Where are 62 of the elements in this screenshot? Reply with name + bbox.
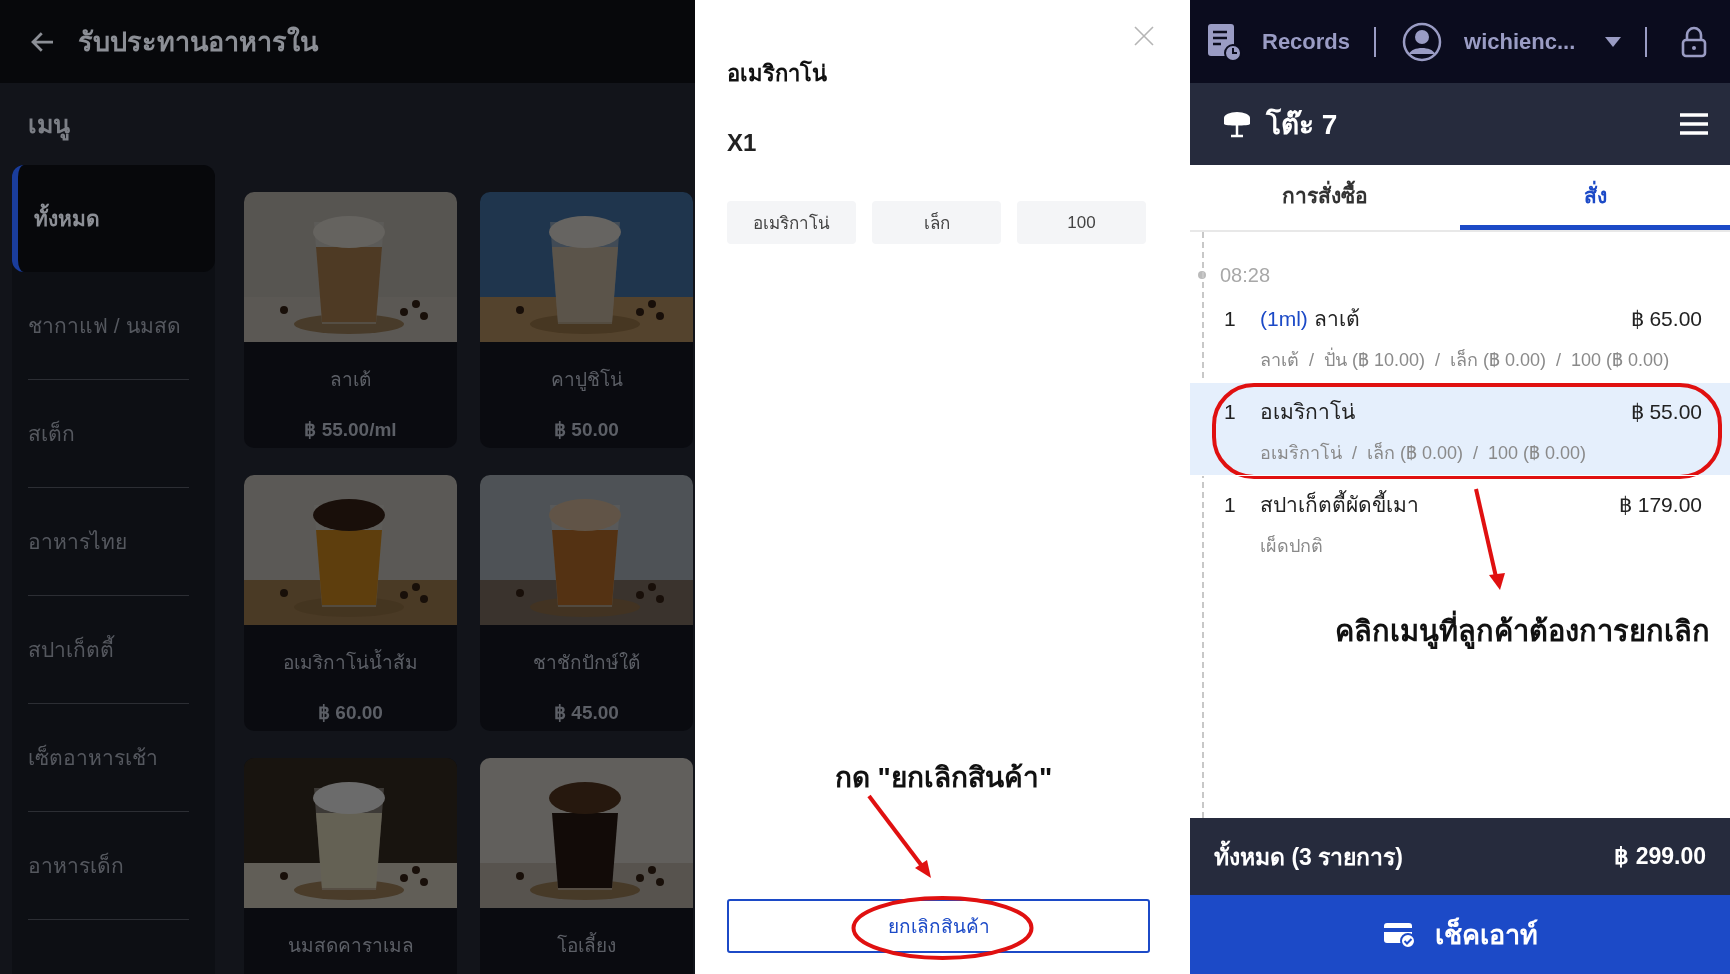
product-name: นมสดคาราเมล (287, 934, 414, 958)
cancel-item-button[interactable]: ยกเลิกสินค้า (727, 899, 1150, 953)
records-icon[interactable] (1206, 21, 1242, 62)
item-quantity: 1 (1224, 400, 1237, 424)
item-price: ฿ 179.00 (1618, 493, 1702, 517)
page-title: รับประทานอาหารใน (78, 25, 318, 59)
product-card[interactable]: ชาชักปักษ์ใต้ ฿ 45.00 (480, 475, 693, 731)
item-size-tag: (1ml) (1260, 307, 1308, 330)
option-chip: อเมริกาโน่ (727, 201, 856, 244)
item-options: เผ็ดปกติ (1260, 531, 1702, 560)
total-label: ทั้งหมด (3 รายการ) (1214, 838, 1403, 875)
product-price: ฿ 55.00/ml (304, 418, 397, 441)
category-item[interactable]: อาหารไทย (28, 488, 189, 596)
category-item[interactable]: สเต็ก (28, 380, 189, 488)
option-chip: เล็ก (872, 201, 1001, 244)
menu-icon[interactable] (1680, 112, 1708, 136)
item-name: ลาเต้ (1313, 307, 1360, 330)
order-item[interactable]: 1 (1ml) ลาเต้ ฿ 65.00 ลาเต้ / ปั่น (฿ 10.00) / เล็ก (฿ 0.00) / 100 (฿ 0.00) (1190, 290, 1730, 382)
product-name: ลาเต้ (330, 368, 371, 392)
product-card[interactable]: โอเลี้ยง (480, 758, 693, 974)
table-icon (1222, 109, 1252, 139)
product-name: โอเลี้ยง (557, 930, 616, 960)
product-price: ฿ 45.00 (554, 701, 619, 724)
dropdown-caret-icon[interactable] (1605, 36, 1622, 47)
order-time: 08:28 (1220, 263, 1271, 287)
item-options: อเมริกาโน่ / เล็ก (฿ 0.00) / 100 (฿ 0.00) (1260, 438, 1702, 467)
quantity-label: X1 (727, 129, 758, 157)
item-price: ฿ 55.00 (1630, 400, 1702, 424)
product-price: ฿ 50.00 (554, 418, 619, 441)
product-card[interactable]: อเมริกาโน่น้ำส้ม ฿ 60.00 (244, 475, 457, 731)
option-chip: 100 (1017, 201, 1146, 244)
menu-heading: เมนู (28, 104, 70, 144)
total-amount: ฿ 299.00 (1614, 843, 1706, 870)
item-quantity: 1 (1224, 493, 1237, 517)
dialog-title: อเมริกาโน่ (727, 59, 828, 88)
category-item[interactable]: สปาเก็ตตี้ (28, 596, 189, 704)
user-name[interactable]: wichienc... (1464, 28, 1576, 55)
category-item[interactable]: ทั้งหมด (12, 165, 215, 272)
category-item[interactable]: อาหารเด็ก (28, 812, 189, 920)
category-item[interactable]: เซ็ตอาหารเช้า (28, 704, 189, 812)
product-card[interactable]: นมสดคาราเมล (244, 758, 457, 974)
product-card[interactable]: คาปูชิโน่ ฿ 50.00 (480, 192, 693, 448)
product-price: ฿ 60.00 (318, 701, 383, 724)
records-link[interactable]: Records (1262, 28, 1351, 55)
product-name: ชาชักปักษ์ใต้ (533, 651, 640, 675)
checkout-button[interactable]: เช็คเอาท์ (1190, 895, 1730, 974)
order-item[interactable]: 1 สปาเก็ตตี้ผัดขี้เมา ฿ 179.00 เผ็ดปกติ (1190, 475, 1730, 568)
product-card[interactable]: ลาเต้ ฿ 55.00/ml (244, 192, 457, 448)
timeline-dot (1198, 271, 1206, 279)
item-name: อเมริกาโน่ (1260, 400, 1355, 423)
item-options: ลาเต้ / ปั่น (฿ 10.00) / เล็ก (฿ 0.00) / 100 (฿ 0.00) (1260, 345, 1702, 374)
product-name: คาปูชิโน่ (550, 367, 623, 393)
table-name: โต๊ะ 7 (1266, 107, 1338, 142)
annotation-text: กด "ยกเลิกสินค้า" (833, 761, 1054, 795)
lock-icon[interactable] (1680, 25, 1708, 58)
product-name: อเมริกาโน่น้ำส้ม (283, 647, 418, 677)
item-quantity: 1 (1224, 307, 1237, 331)
user-avatar-icon[interactable] (1402, 21, 1443, 62)
item-price: ฿ 65.00 (1630, 307, 1702, 331)
annotation-text: คลิกเมนูที่ลูกค้าต้องการยกเลิก (1190, 608, 1730, 654)
payment-card-icon (1382, 920, 1417, 949)
category-item[interactable]: ชากาแฟ / นมสด (28, 272, 189, 380)
